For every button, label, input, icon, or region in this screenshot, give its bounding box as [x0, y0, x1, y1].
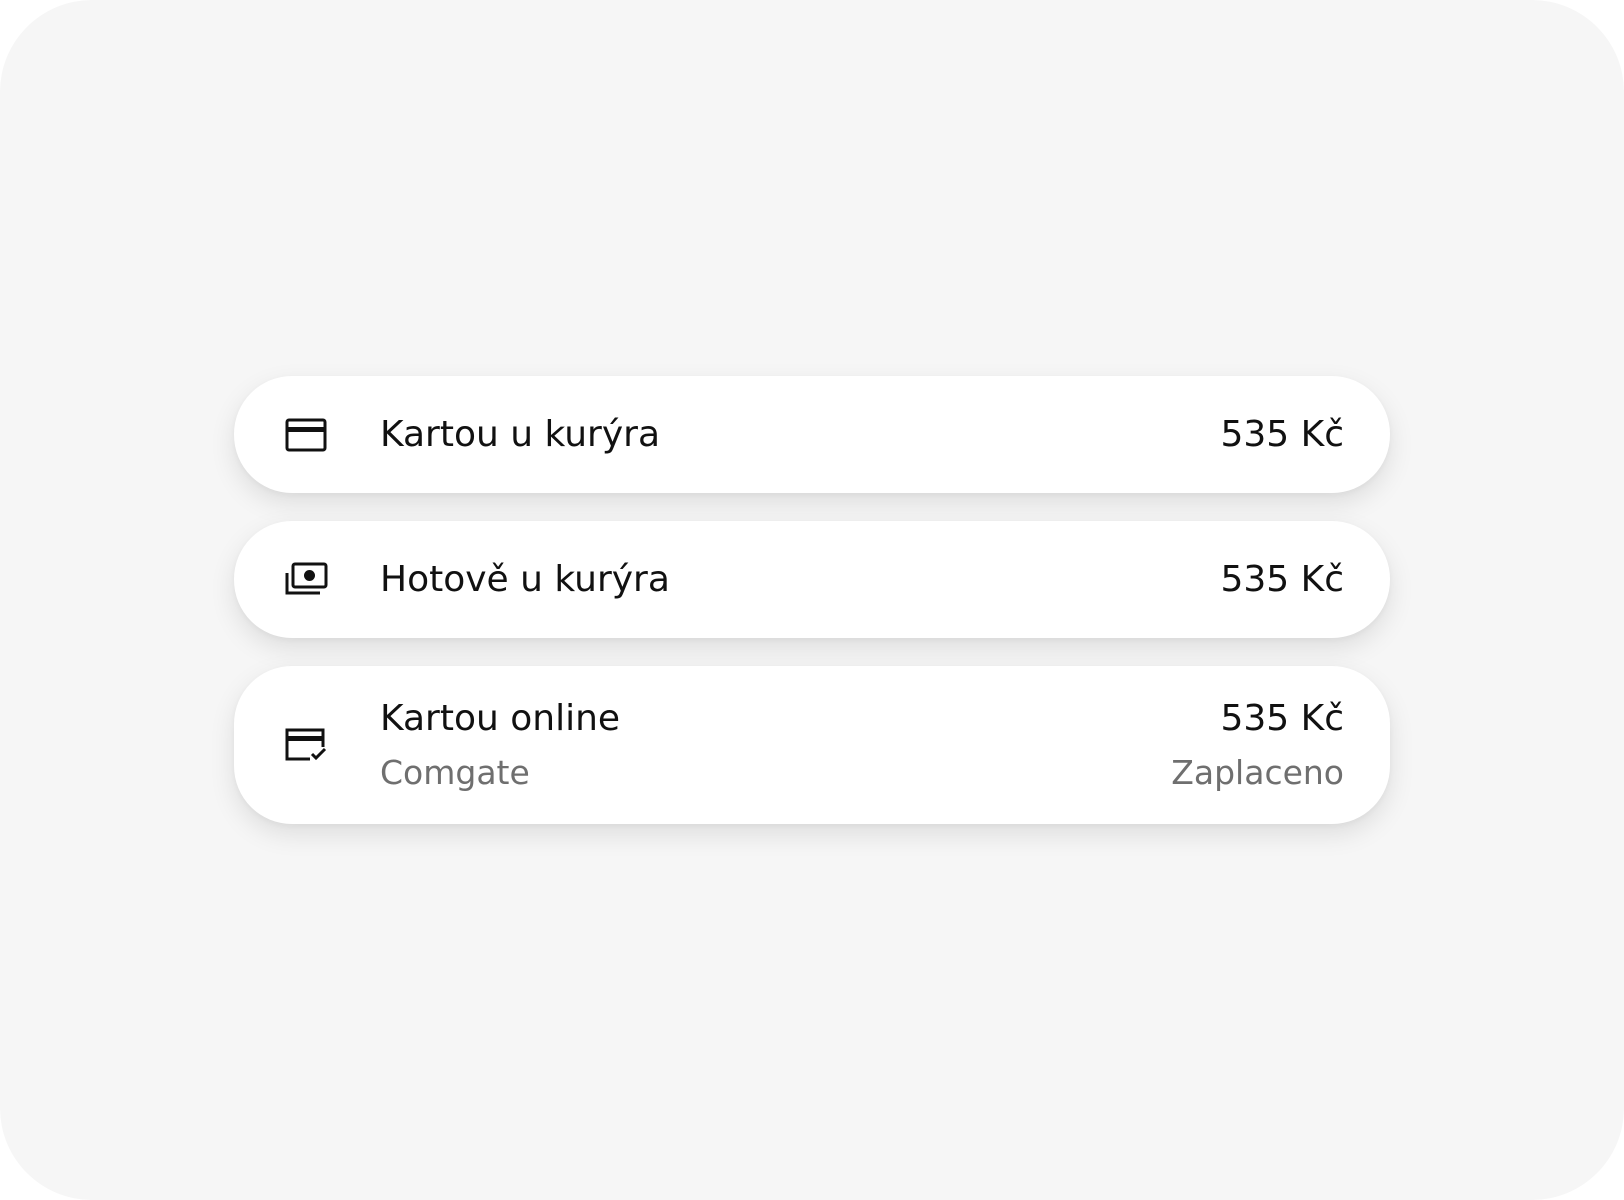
screen-frame: Kartou u kurýra 535 Kč Hotově u kurýra 5…	[0, 0, 1624, 1200]
payment-option-cash-courier[interactable]: Hotově u kurýra 535 Kč	[234, 521, 1390, 638]
payment-option-card-courier[interactable]: Kartou u kurýra 535 Kč	[234, 376, 1390, 493]
payment-option-text: Kartou online Comgate	[380, 697, 1171, 793]
payment-option-label: Kartou u kurýra	[380, 413, 661, 455]
payment-option-amount: 535 Kč	[1220, 698, 1344, 739]
payment-option-text: Hotově u kurýra	[380, 558, 1220, 602]
payment-provider: Comgate	[380, 753, 530, 792]
payment-option-values: 535 Kč	[1220, 558, 1344, 602]
card-checkmark-icon	[284, 723, 328, 767]
payment-option-values: 535 Kč Zaplaceno	[1171, 697, 1344, 793]
cash-stack-icon	[284, 558, 328, 602]
payment-option-label: Hotově u kurýra	[380, 558, 670, 600]
payment-status: Zaplaceno	[1171, 753, 1344, 792]
payment-option-values: 535 Kč	[1220, 413, 1344, 457]
payment-option-label: Kartou online	[380, 698, 621, 739]
payment-option-amount: 535 Kč	[1220, 413, 1344, 455]
payment-method-list: Kartou u kurýra 535 Kč Hotově u kurýra 5…	[234, 376, 1390, 824]
payment-option-text: Kartou u kurýra	[380, 413, 1220, 457]
credit-card-icon	[284, 413, 328, 457]
payment-option-amount: 535 Kč	[1220, 558, 1344, 600]
payment-option-card-online[interactable]: Kartou online Comgate 535 Kč Zaplaceno	[234, 666, 1390, 824]
